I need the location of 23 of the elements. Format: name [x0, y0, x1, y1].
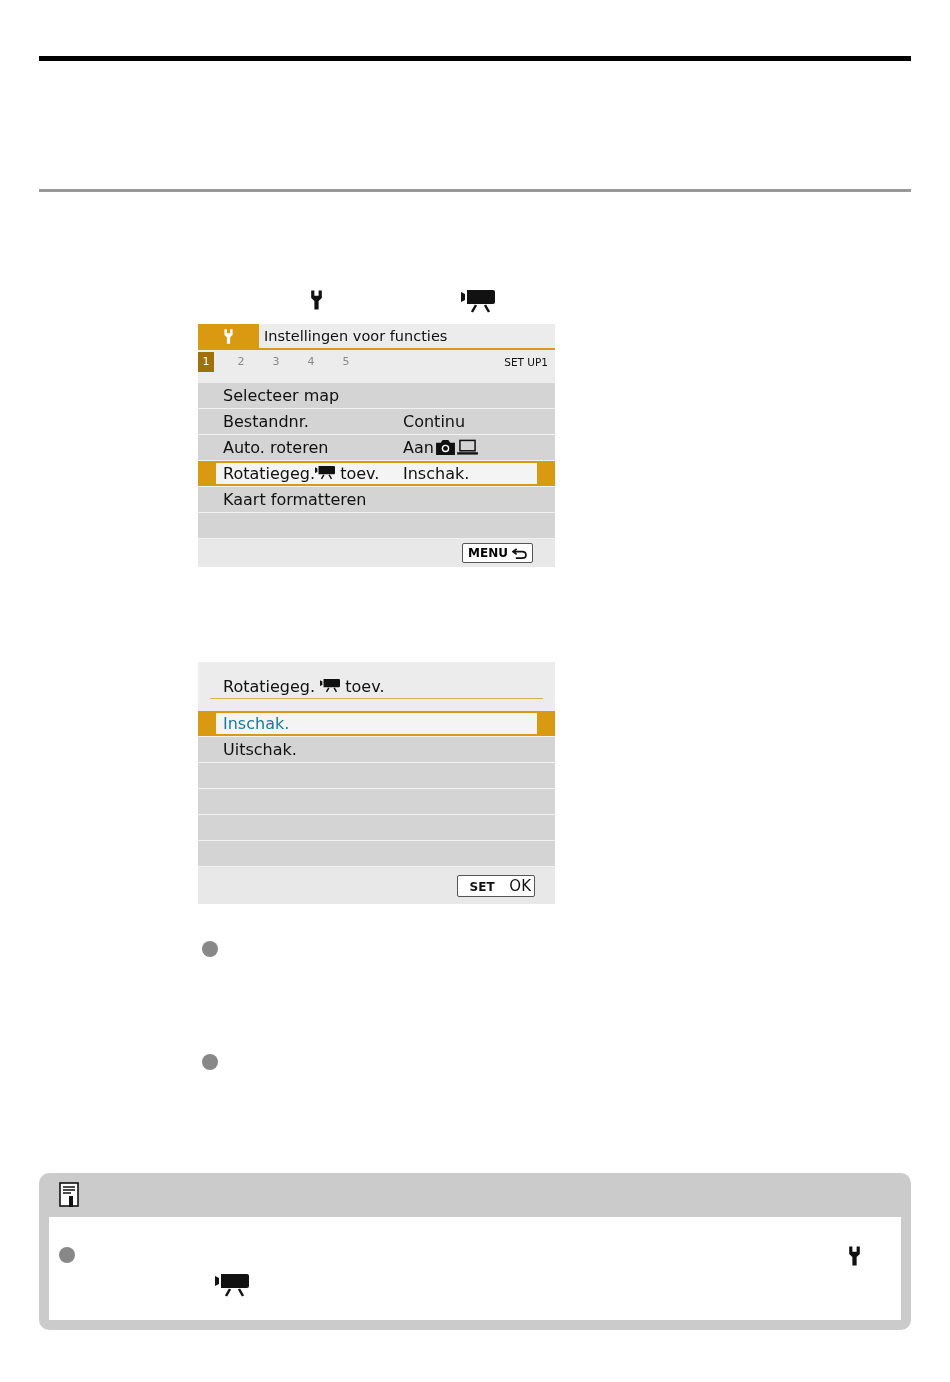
movie-camera-icon [215, 1273, 249, 1297]
movie-camera-icon [461, 289, 495, 313]
bullet-icon [59, 1247, 75, 1263]
menu-back-button[interactable]: MENU [462, 543, 533, 563]
bullet-icon [202, 1054, 218, 1070]
page-label: SET UP1 [504, 356, 548, 368]
camera-icon [434, 439, 456, 456]
computer-icon [456, 439, 478, 456]
setting-title: Rotatiegeg. toev. [223, 677, 386, 696]
menu-item[interactable]: Rotatiegeg. toev. Inschak. [216, 463, 537, 484]
memo-icon [59, 1182, 79, 1208]
wrench-icon [308, 289, 325, 311]
set-ok-button[interactable]: SET OK [456, 874, 535, 897]
bullet-icon [202, 941, 218, 957]
movie-camera-icon [315, 465, 336, 480]
option-item[interactable]: Inschak. [216, 713, 537, 734]
return-icon [512, 546, 527, 560]
menu-title: Instellingen voor functies [263, 327, 448, 346]
menu-category-tab[interactable] [198, 324, 259, 348]
wrench-icon [846, 1245, 863, 1267]
wrench-icon [222, 327, 235, 345]
page-tab[interactable]: 1 [198, 352, 214, 372]
movie-camera-icon [320, 678, 341, 693]
